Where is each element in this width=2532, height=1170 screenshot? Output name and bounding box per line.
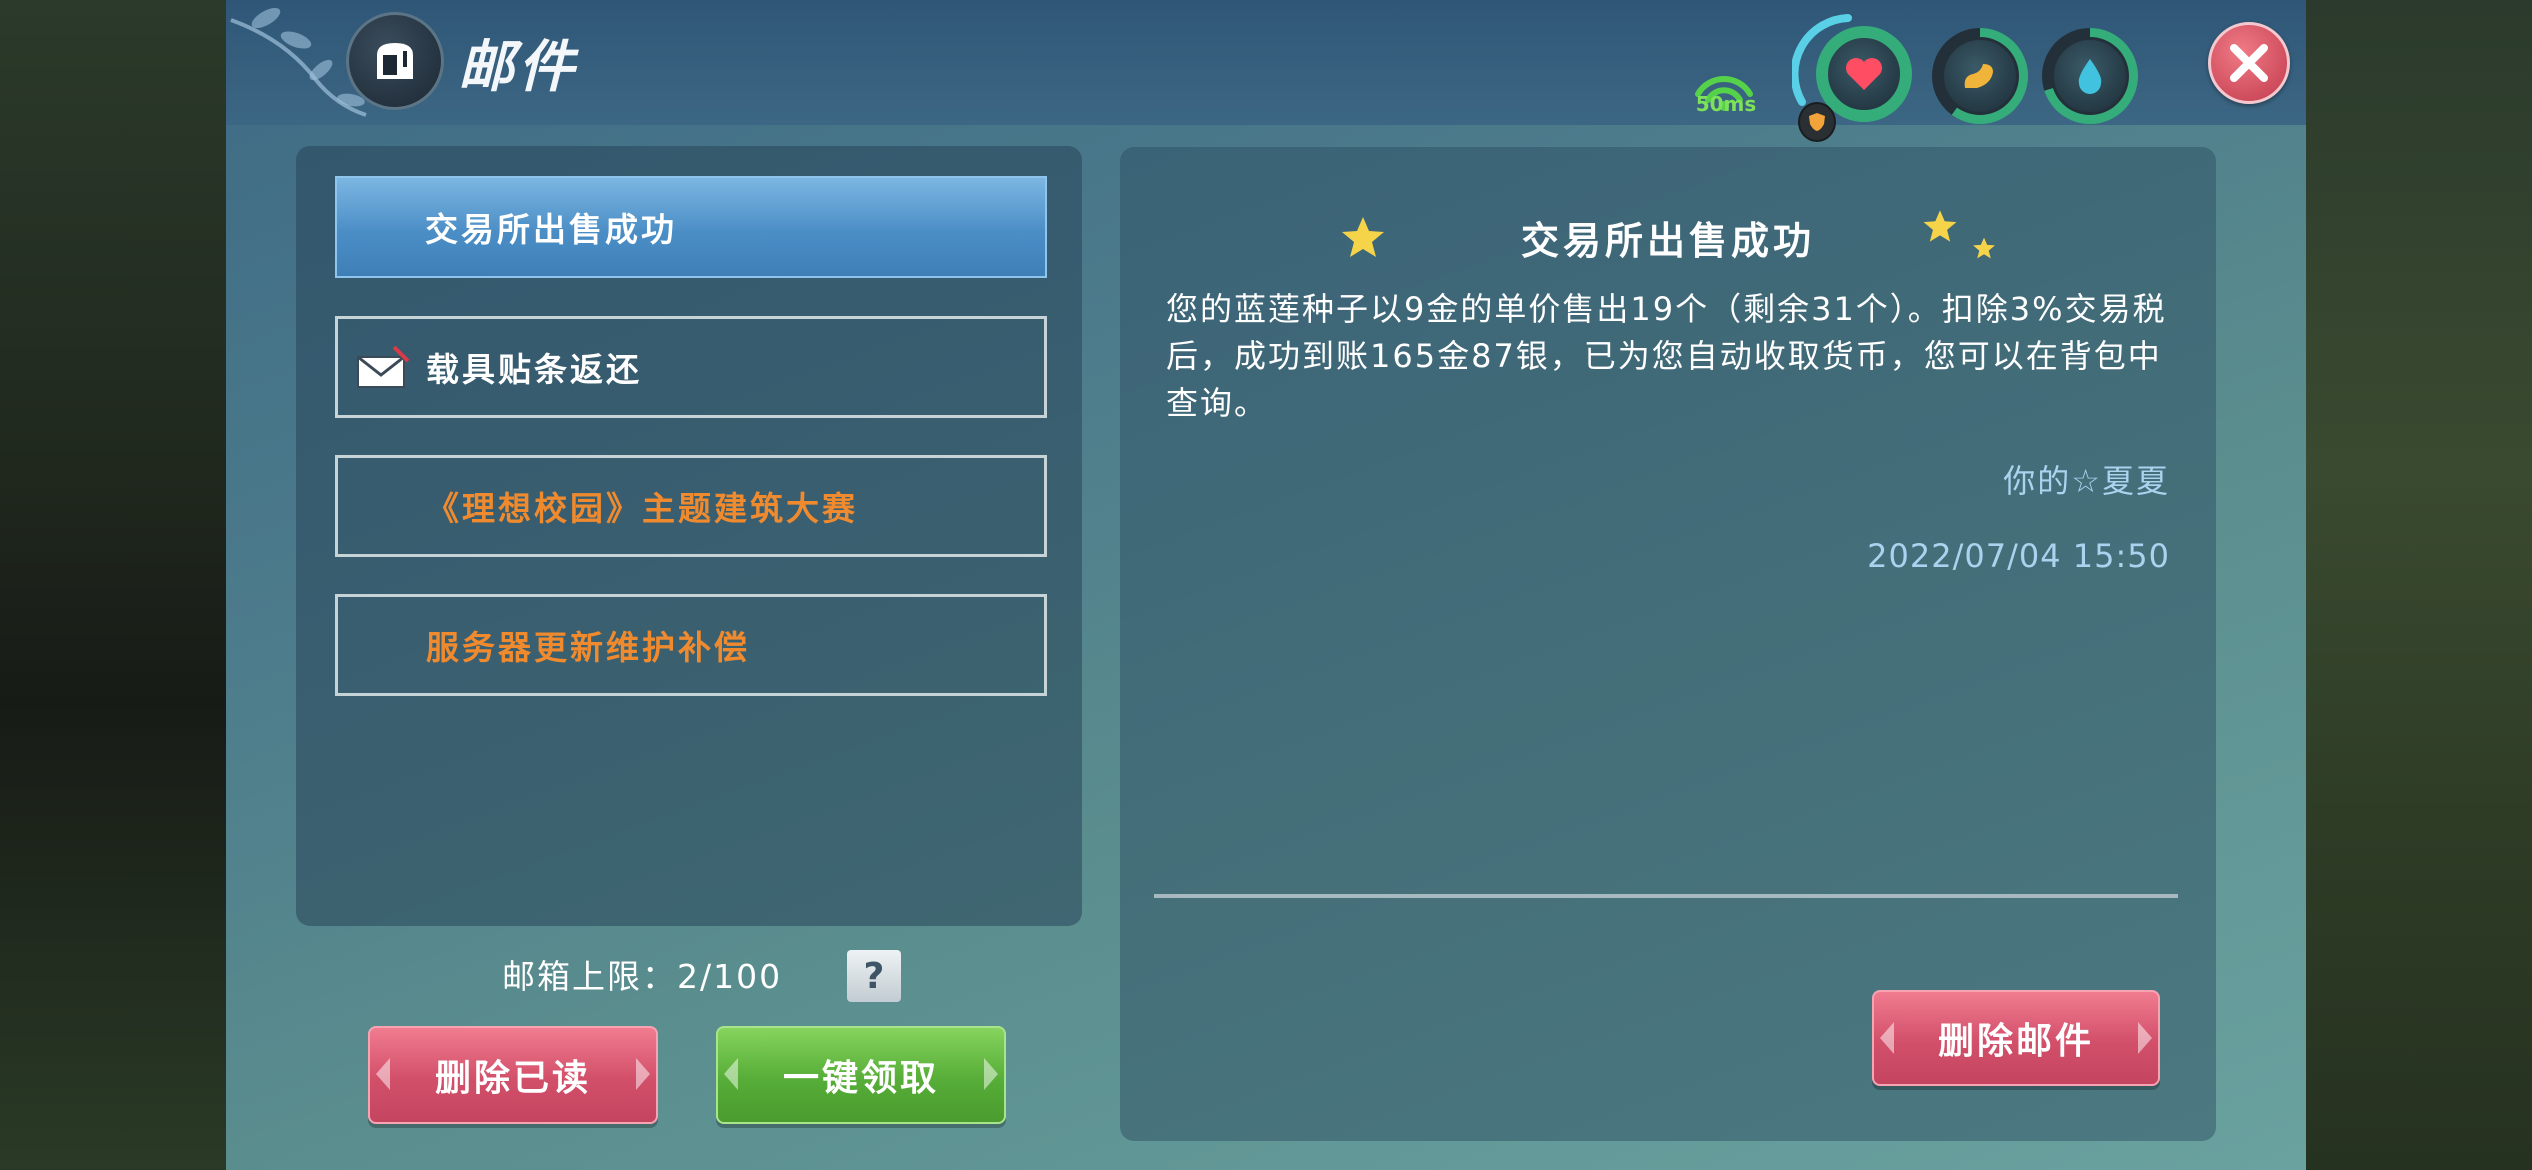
detail-date: 2022/07/04 15:50 (1867, 537, 2170, 575)
armor-icon (1798, 102, 1836, 142)
mail-item-server-compensation[interactable]: 服务器更新维护补偿 (335, 594, 1047, 696)
delete-read-label: 删除已读 (434, 1058, 591, 1099)
hunger-gauge (1932, 28, 2028, 124)
mail-item-trade-sold[interactable]: 交易所出售成功 (335, 176, 1047, 278)
claim-all-label: 一键领取 (782, 1058, 939, 1099)
envelope-icon (357, 345, 410, 388)
delete-mail-label: 删除邮件 (1937, 1021, 2094, 1062)
detail-title: 交易所出售成功 (1520, 219, 1815, 263)
claim-all-button[interactable]: 一键领取 (716, 1026, 1006, 1124)
detail-body: 您的蓝莲种子以9金的单价售出19个（剩余31个）。扣除3%交易税后，成功到账16… (1166, 290, 2167, 422)
mail-item-label: 《理想校园》主题建筑大赛 (426, 489, 858, 528)
close-icon (2230, 44, 2268, 82)
food-icon (1964, 64, 1993, 88)
window-title: 邮件 (458, 35, 578, 100)
mail-item-label: 服务器更新维护补偿 (426, 628, 750, 667)
mail-item-building-contest[interactable]: 《理想校园》主题建筑大赛 (335, 455, 1047, 557)
mail-title-icon (346, 12, 444, 110)
game-background-right (2306, 0, 2532, 1170)
star-icon (1973, 237, 1995, 259)
close-button[interactable] (2208, 22, 2290, 104)
delete-mail-button[interactable]: 删除邮件 (1872, 990, 2160, 1086)
detail-sender: 你的☆夏夏 (2003, 462, 2170, 500)
mailbox-capacity: 邮箱上限：2/100 (502, 957, 783, 996)
help-button[interactable]: ? (847, 950, 901, 1002)
water-drop-icon (2078, 59, 2102, 94)
mail-item-vehicle-ticket[interactable]: 载具贴条返还 (335, 316, 1047, 418)
mail-item-label: 交易所出售成功 (425, 210, 677, 249)
water-gauge (2042, 28, 2138, 124)
delete-read-button[interactable]: 删除已读 (368, 1026, 658, 1124)
ping-label: 50ms (1695, 92, 1757, 116)
game-background-left (0, 0, 226, 1170)
star-icon (1342, 217, 1384, 257)
detail-divider (1154, 894, 2178, 898)
mail-item-label: 载具贴条返还 (426, 350, 642, 389)
